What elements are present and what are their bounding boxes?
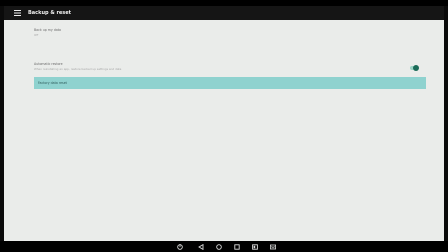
page-title: Backup & reset (28, 10, 72, 16)
factory-data-reset-item[interactable]: Factory data reset (34, 77, 426, 89)
navigation-bar (0, 241, 448, 252)
toggle-knob (413, 65, 419, 71)
back-icon[interactable] (197, 243, 205, 251)
automatic-restore-toggle[interactable] (410, 65, 419, 71)
settings-content: Back up my data Off Automatic restore Wh… (4, 20, 444, 241)
keyboard-icon[interactable] (269, 243, 277, 251)
backup-setting[interactable]: Back up my data Off (34, 28, 426, 37)
automatic-restore-setting[interactable]: Automatic restore When reinstalling an a… (34, 62, 426, 71)
screenshot-icon[interactable] (251, 243, 259, 251)
hamburger-menu-icon[interactable] (12, 8, 22, 18)
automatic-restore-subtitle: When reinstalling an app, restore backed… (34, 67, 122, 71)
backup-account-setting (34, 46, 426, 52)
home-circle-icon[interactable] (176, 243, 184, 251)
backup-subtitle: Off (34, 33, 39, 37)
home-icon[interactable] (215, 243, 223, 251)
factory-data-reset-label: Factory data reset (38, 81, 67, 85)
app-bar: Backup & reset (4, 6, 444, 20)
recents-icon[interactable] (233, 243, 241, 251)
